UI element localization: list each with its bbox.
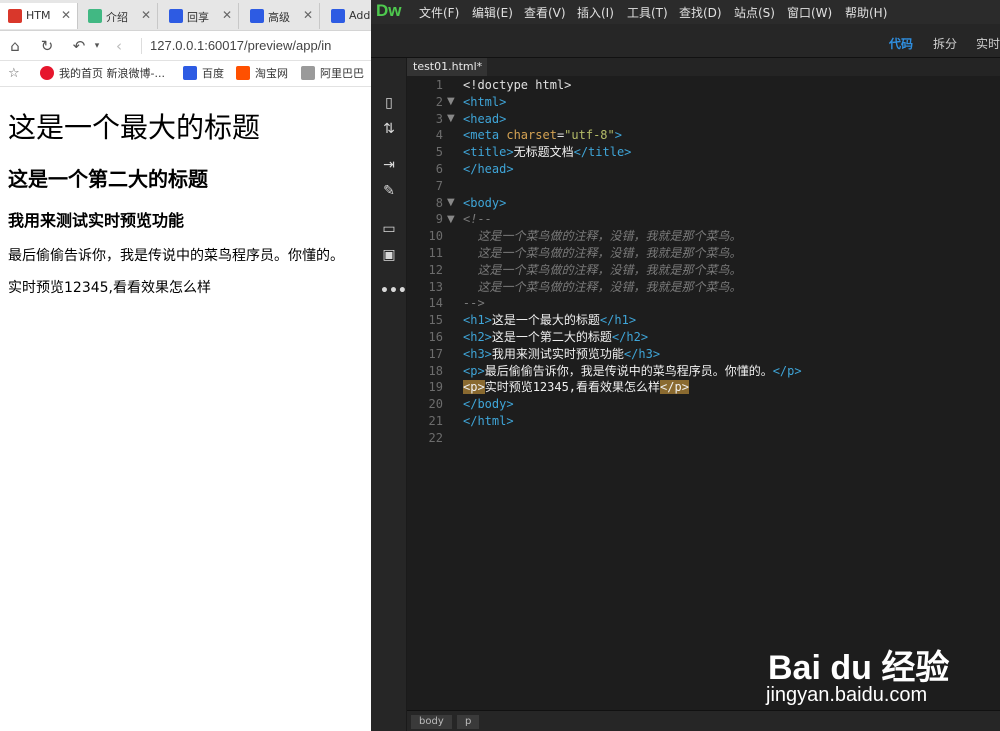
document-icon[interactable]: ▯ <box>380 94 398 112</box>
view-split-button[interactable]: 拆分 <box>933 35 957 52</box>
close-icon[interactable]: ✕ <box>303 8 313 22</box>
watermark-url: jingyan.baidu.com <box>766 684 928 706</box>
dw-logo: Dw <box>376 1 402 20</box>
tag-crumb-body[interactable]: body <box>411 715 452 729</box>
menu-insert[interactable]: 插入(I) <box>577 4 614 21</box>
fold-arrow-icon[interactable]: ▼ <box>447 212 457 229</box>
fold-arrow-icon[interactable]: ▼ <box>447 94 457 111</box>
browser-tab[interactable]: Add <box>323 3 371 29</box>
bookmark-baidu[interactable]: 百度 <box>183 66 224 82</box>
menu-site[interactable]: 站点(S) <box>734 4 775 21</box>
menu-bar: Dw 文件(F) 编辑(E) 查看(V) 插入(I) 工具(T) 查找(D) 站… <box>371 0 1000 24</box>
snippet-icon[interactable]: ▣ <box>380 246 398 264</box>
baidu-paw-icon <box>169 9 183 23</box>
browser-tab[interactable]: 高级 ✕ <box>242 3 320 29</box>
line-numbers: 1 2 3 4 5 6 7 8 9 10 11 12 13 14 15 16 17 18 19 20 21 22 <box>428 78 443 445</box>
back-icon[interactable]: ‹ <box>110 37 128 55</box>
tag-crumb-p[interactable]: p <box>457 715 480 729</box>
bookmark-label: 淘宝网 <box>255 67 288 80</box>
baidu-icon <box>183 66 197 80</box>
browser-tab[interactable]: 介绍 ✕ <box>80 3 158 29</box>
sort-icon[interactable]: ⇅ <box>380 120 398 138</box>
bookmark-weibo[interactable]: 我的首页 新浪微博-... <box>40 66 165 82</box>
browser-tab-label: 高级 <box>268 11 290 24</box>
fold-arrow-icon[interactable]: ▼ <box>447 195 457 212</box>
browser-window: HTM ✕ 介绍 ✕ 回享 ✕ 高级 ✕ Add ⌂ ↻ ↶ ▾ ‹ 127.0… <box>0 0 371 731</box>
document-tab[interactable]: test01.html* <box>407 58 487 76</box>
baidu-paw-icon <box>250 9 264 23</box>
browser-tab-label: HTM <box>26 9 51 22</box>
undo-icon[interactable]: ↶ <box>70 37 88 55</box>
menu-find[interactable]: 查找(D) <box>679 4 722 21</box>
bookmark-label: 百度 <box>202 67 224 80</box>
brush-icon[interactable]: ✎ <box>380 182 398 200</box>
menu-file[interactable]: 文件(F) <box>419 4 459 21</box>
browser-tab[interactable]: 回享 ✕ <box>161 3 239 29</box>
tag-selector-bar: body p <box>407 710 1000 731</box>
view-code-button[interactable]: 代码 <box>889 35 913 52</box>
close-icon[interactable]: ✕ <box>222 8 232 22</box>
browser-tab-strip: HTM ✕ 介绍 ✕ 回享 ✕ 高级 ✕ Add <box>0 0 371 31</box>
preview-paragraph: 最后偷偷告诉你，我是传说中的菜鸟程序员。你懂的。 <box>8 248 344 264</box>
browser-tab[interactable]: HTM ✕ <box>0 3 78 29</box>
baidu-jingyan-watermark: Bai du 经验 <box>768 622 988 687</box>
divider <box>141 38 142 54</box>
bookmark-alibaba[interactable]: 阿里巴巴 <box>301 66 364 82</box>
browser-tab-label: Add <box>349 9 371 22</box>
taobao-icon <box>236 66 250 80</box>
preview-h1: 这是一个最大的标题 <box>8 111 261 144</box>
bookmark-label: 阿里巴巴 <box>320 67 364 80</box>
wrap-icon[interactable]: ⇥ <box>380 156 398 174</box>
fold-arrow-icon[interactable]: ▼ <box>447 111 457 128</box>
view-live-button[interactable]: 实时 <box>976 35 1000 52</box>
browser-tab-label: 回享 <box>187 11 209 24</box>
close-icon[interactable]: ✕ <box>141 8 151 22</box>
vue-icon <box>88 9 102 23</box>
address-bar[interactable]: 127.0.0.1:60017/preview/app/in <box>150 36 371 56</box>
browser-nav-bar: ⌂ ↻ ↶ ▾ ‹ 127.0.0.1:60017/preview/app/in <box>0 31 371 61</box>
code-lines: <!doctype html> <html> <head> <meta char… <box>463 78 802 428</box>
star-icon[interactable]: ☆ <box>8 66 20 82</box>
view-toolbar: 代码 拆分 实时 <box>371 24 1000 58</box>
browser-tab-label: 介绍 <box>106 11 128 24</box>
menu-help[interactable]: 帮助(H) <box>845 4 887 21</box>
comment-icon[interactable]: ▭ <box>380 220 398 238</box>
close-icon[interactable]: ✕ <box>61 8 71 22</box>
menu-edit[interactable]: 编辑(E) <box>472 4 513 21</box>
more-icon[interactable]: ••• <box>380 282 407 300</box>
refresh-icon[interactable]: ↻ <box>38 37 56 55</box>
menu-view[interactable]: 查看(V) <box>524 4 566 21</box>
document-tabs: test01.html* <box>407 58 1000 76</box>
preview-h2: 这是一个第二大的标题 <box>8 167 208 191</box>
preview-h3: 我用来测试实时预览功能 <box>8 211 185 230</box>
preview-paragraph: 实时预览12345,看看效果怎么样 <box>8 280 211 296</box>
watermark-brand: Bai du 经验 <box>768 649 950 687</box>
menu-tools[interactable]: 工具(T) <box>627 4 668 21</box>
bookmarks-bar: ☆ 我的首页 新浪微博-... 百度 淘宝网 阿里巴巴 <box>0 61 371 87</box>
weibo-icon <box>40 66 54 80</box>
menu-window[interactable]: 窗口(W) <box>787 4 832 21</box>
code-editor[interactable]: 1 2 3 4 5 6 7 8 9 10 11 12 13 14 15 16 17 18 19 20 21 22 ▼ ▼ … <box>407 76 1000 710</box>
baidu-paw-icon <box>331 9 345 23</box>
bookmark-taobao[interactable]: 淘宝网 <box>236 66 288 82</box>
folder-icon <box>301 66 315 80</box>
bookmark-label: 我的首页 新浪微博-... <box>59 67 165 80</box>
chevron-down-icon[interactable]: ▾ <box>88 37 106 55</box>
code-tools-panel: ▯ ⇅ ⇥ ✎ ▭ ▣ ••• <box>371 58 407 731</box>
home-icon[interactable]: ⌂ <box>6 37 24 55</box>
html-icon <box>8 9 22 23</box>
